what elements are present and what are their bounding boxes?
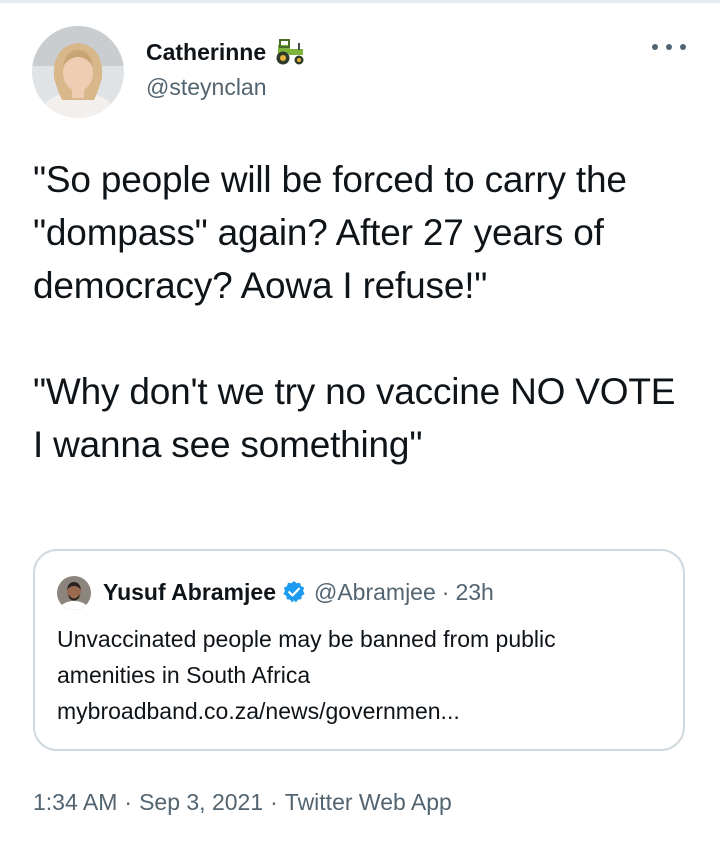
tweet-text: "So people will be forced to carry the "… bbox=[33, 159, 676, 465]
tractor-icon bbox=[274, 39, 306, 65]
tweet: Catherinne @steynclan "So people will be… bbox=[0, 0, 720, 844]
quoted-timestamp[interactable]: 23h bbox=[455, 579, 493, 606]
quoted-separator: · bbox=[441, 578, 450, 605]
quoted-tweet-header: Yusuf Abramjee @Abramjee · 23h bbox=[103, 577, 494, 607]
tweet-meta: 1:34 AM · Sep 3, 2021 · Twitter Web App bbox=[33, 786, 452, 818]
author-handle[interactable]: @steynclan bbox=[146, 73, 267, 101]
quoted-link[interactable]: mybroadband.co.za/news/governmen... bbox=[57, 693, 667, 729]
author-name-row[interactable]: Catherinne bbox=[146, 38, 306, 66]
quoted-tweet-text: Unvaccinated people may be banned from p… bbox=[57, 621, 667, 729]
quoted-author-name[interactable]: Yusuf Abramjee bbox=[103, 579, 276, 606]
tweet-source[interactable]: Twitter Web App bbox=[285, 789, 452, 815]
tweet-date[interactable]: Sep 3, 2021 bbox=[139, 789, 263, 815]
quoted-text-line: Unvaccinated people may be banned from p… bbox=[57, 626, 556, 652]
quoted-tweet-card[interactable]: Yusuf Abramjee @Abramjee · 23h Unvaccina… bbox=[33, 549, 685, 751]
tweet-time[interactable]: 1:34 AM bbox=[33, 789, 117, 815]
quoted-author-handle[interactable]: @Abramjee bbox=[314, 579, 436, 606]
author-display-name[interactable]: Catherinne bbox=[146, 38, 266, 66]
meta-separator: · bbox=[124, 789, 133, 815]
quoted-text-line: amenities in South Africa bbox=[57, 662, 311, 688]
verified-badge-icon bbox=[282, 580, 306, 604]
meta-separator: · bbox=[270, 789, 278, 815]
quoted-author-avatar[interactable] bbox=[57, 576, 91, 610]
more-options-icon[interactable] bbox=[652, 37, 686, 57]
author-avatar[interactable] bbox=[32, 26, 124, 118]
